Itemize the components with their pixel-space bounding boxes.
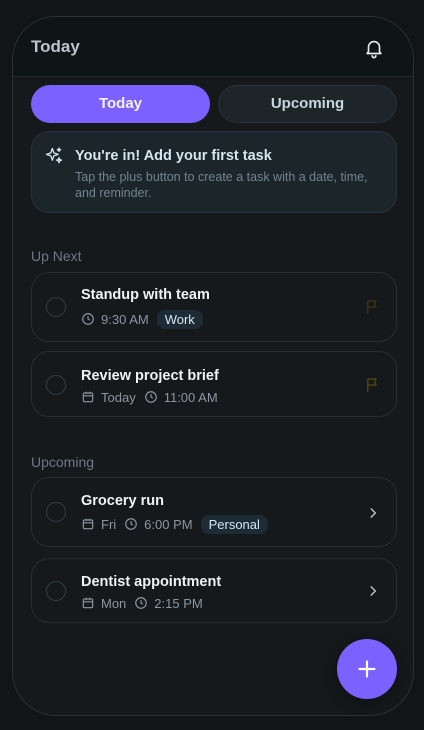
task-item[interactable]: Standup with team 9:30 AM Work — [31, 272, 397, 342]
app-header: Today — [13, 17, 413, 77]
view-tabs: Today Upcoming — [31, 85, 397, 123]
task-checkbox[interactable] — [46, 375, 66, 395]
banner-title: You're in! Add your first task — [75, 148, 272, 164]
task-date: Fri — [101, 516, 117, 532]
section-label-up-next: Up Next — [31, 248, 82, 264]
task-time: 9:30 AM — [101, 311, 149, 327]
sparkles-icon — [45, 147, 63, 164]
clock-icon — [82, 313, 94, 325]
app-screen: Today Today Upcoming You're in! Add your… — [12, 16, 414, 716]
onboarding-banner: You're in! Add your first task Tap the p… — [31, 131, 397, 213]
task-meta: Today 11:00 AM — [81, 387, 218, 407]
task-title: Review project brief — [81, 368, 219, 384]
task-meta: Mon 2:15 PM — [81, 593, 203, 613]
task-tag: Personal — [200, 514, 268, 534]
task-tag: Work — [156, 309, 203, 329]
task-checkbox[interactable] — [46, 297, 66, 317]
task-date: Today — [101, 389, 136, 405]
page-title: Today — [31, 37, 80, 56]
tab-upcoming[interactable]: Upcoming — [218, 85, 397, 123]
chevron-right-icon[interactable] — [366, 584, 380, 598]
calendar-icon — [82, 391, 94, 403]
task-time: 2:15 PM — [154, 595, 203, 611]
task-time: 11:00 AM — [163, 389, 218, 405]
task-checkbox[interactable] — [46, 581, 66, 601]
tab-today[interactable]: Today — [31, 85, 210, 123]
calendar-icon — [82, 518, 94, 530]
section-label-upcoming: Upcoming — [31, 454, 95, 470]
clock-icon — [135, 597, 148, 609]
banner-text: Tap the plus button to create a task wit… — [75, 170, 368, 200]
flag-icon[interactable] — [364, 298, 382, 316]
task-time: 6:00 PM — [144, 516, 193, 532]
clock-icon — [144, 391, 157, 403]
bell-icon[interactable] — [363, 37, 385, 59]
task-title: Standup with team — [81, 287, 210, 303]
task-checkbox[interactable] — [46, 502, 66, 522]
calendar-icon — [82, 597, 94, 609]
task-title: Grocery run — [81, 493, 164, 509]
task-item[interactable]: Grocery run Fri 6:00 PM Personal — [31, 477, 397, 547]
task-title: Dentist appointment — [81, 574, 222, 590]
task-meta: 9:30 AM Work — [81, 309, 203, 329]
task-item[interactable]: Review project brief Today 11:00 AM — [31, 351, 397, 417]
task-meta: Fri 6:00 PM Personal — [81, 514, 268, 534]
chevron-right-icon[interactable] — [366, 506, 380, 520]
flag-icon[interactable] — [364, 376, 382, 394]
add-task-button[interactable] — [337, 639, 397, 699]
task-item[interactable]: Dentist appointment Mon 2:15 PM — [31, 558, 397, 623]
task-date: Mon — [101, 595, 127, 611]
plus-icon — [358, 660, 376, 678]
clock-icon — [125, 518, 138, 530]
